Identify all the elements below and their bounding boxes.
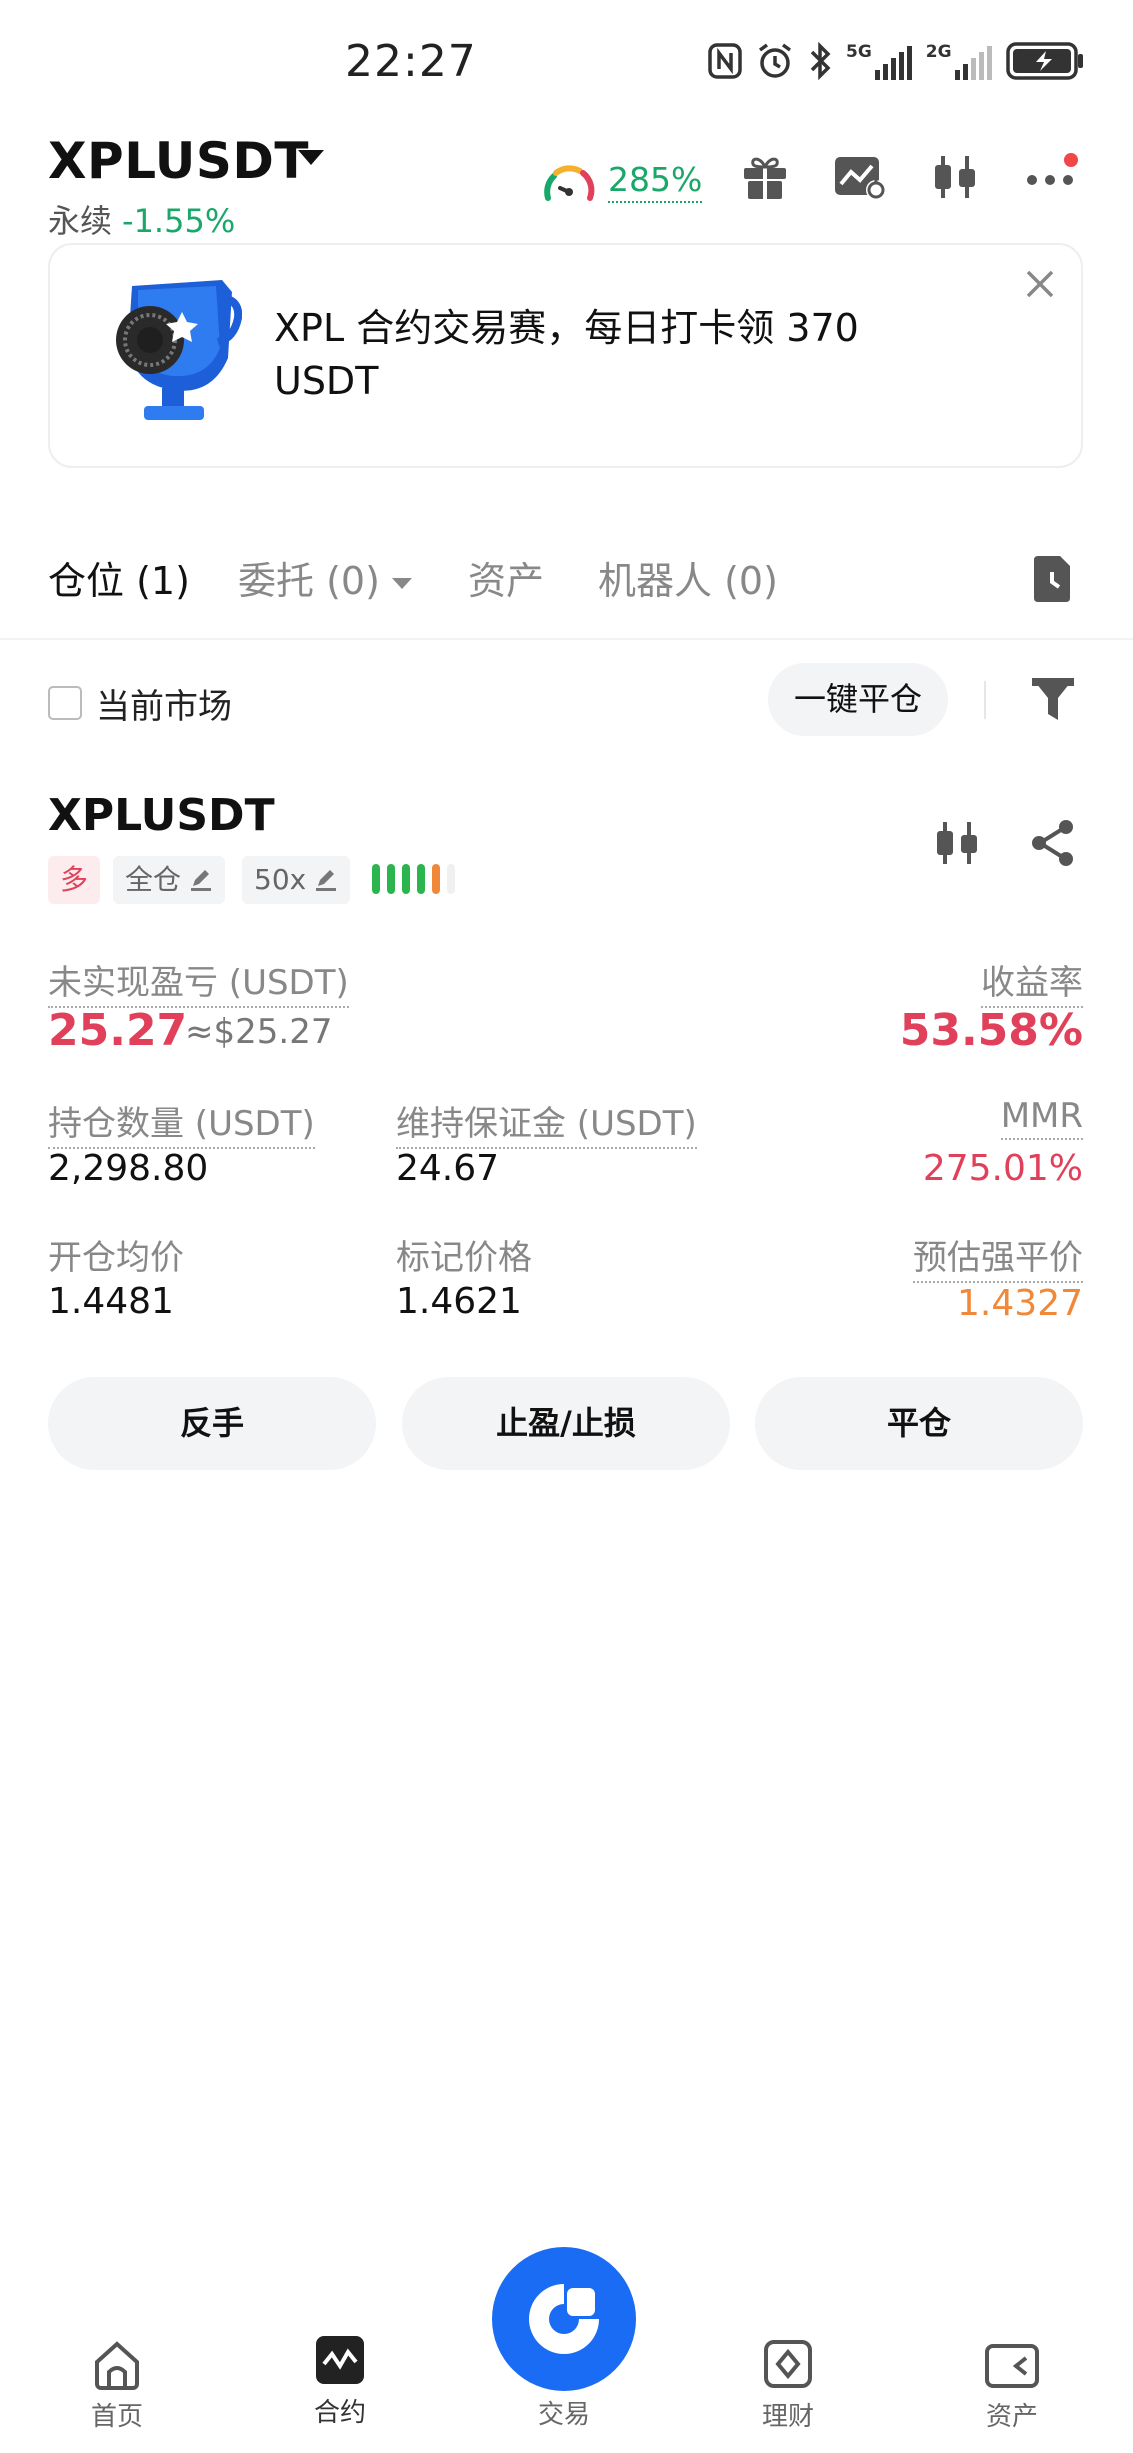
nav-assets-label: 资产 — [985, 2402, 1038, 2432]
signal-5g-icon: 5G — [846, 42, 912, 80]
pnl-label[interactable]: 未实现盈亏 (USDT) — [48, 955, 349, 1008]
tab-assets[interactable]: 资产 — [468, 550, 544, 605]
margin-mode-label: 全仓 — [125, 863, 182, 896]
close-position-button[interactable]: 平仓 — [755, 1377, 1083, 1470]
entry-price-value: 1.4481 — [48, 1281, 174, 1322]
contract-type: 永续 — [48, 202, 113, 240]
leverage-badge[interactable]: 50x — [242, 856, 351, 904]
tab-orders-label: 委托 (0) — [238, 559, 380, 603]
more-icon[interactable] — [1024, 150, 1080, 200]
contract-subtitle: 永续 -1.55% — [48, 196, 235, 242]
edit-icon — [316, 870, 337, 891]
reverse-button[interactable]: 反手 — [48, 1377, 376, 1470]
earn-icon — [764, 2340, 812, 2388]
symbol-title[interactable]: XPLUSDT — [48, 132, 309, 190]
nav-earn[interactable]: 理财 — [718, 2330, 858, 2433]
maint-margin-label[interactable]: 维持保证金 (USDT) — [396, 1096, 697, 1149]
symbol-dropdown-icon[interactable] — [298, 150, 324, 165]
battery-icon — [1005, 42, 1083, 80]
nav-home-label: 首页 — [90, 2402, 143, 2432]
tab-orders[interactable]: 委托 (0) — [238, 550, 412, 605]
net-5g-label: 5G — [846, 42, 872, 62]
trophy-icon — [116, 280, 242, 420]
trade-logo-icon — [529, 2284, 599, 2354]
close-all-button[interactable]: 一键平仓 — [768, 663, 948, 736]
history-icon[interactable] — [1030, 554, 1074, 604]
position-tabs: 仓位 (1) 委托 (0) 资产 机器人 (0) — [48, 550, 1083, 610]
liq-price-label[interactable]: 预估强平价 — [913, 1230, 1083, 1283]
nav-futures-label: 合约 — [313, 2398, 366, 2428]
net-2g-label: 2G — [925, 42, 952, 62]
filter-icon[interactable] — [1030, 674, 1076, 724]
gauge-value[interactable]: 285% — [608, 160, 703, 203]
current-market-checkbox[interactable] — [48, 686, 82, 720]
share-icon[interactable] — [1028, 818, 1078, 868]
nav-trade-label[interactable]: 交易 — [492, 2394, 636, 2431]
pnl-value: 25.27 — [48, 1005, 188, 1056]
side-badge: 多 — [48, 856, 101, 904]
chevron-down-icon — [391, 578, 412, 589]
roe-value: 53.58% — [899, 1005, 1083, 1056]
home-icon — [95, 2341, 139, 2390]
nav-trade-button[interactable] — [492, 2247, 636, 2391]
current-market-label[interactable]: 当前市场 — [96, 679, 232, 728]
size-label[interactable]: 持仓数量 (USDT) — [48, 1096, 315, 1149]
chart-icon[interactable] — [832, 152, 888, 202]
divider — [0, 638, 1133, 640]
margin-mode-badge[interactable]: 全仓 — [113, 856, 226, 904]
tab-positions[interactable]: 仓位 (1) — [48, 550, 190, 605]
banner-text[interactable]: XPL 合约交易赛，每日打卡领 370 USDT — [274, 302, 954, 408]
entry-price-label: 开仓均价 — [48, 1238, 184, 1278]
futures-icon — [316, 2336, 364, 2384]
nav-futures[interactable]: 合约 — [270, 2326, 410, 2429]
nav-home[interactable]: 首页 — [47, 2330, 187, 2433]
gauge-icon[interactable] — [540, 158, 598, 208]
close-icon[interactable] — [1024, 268, 1056, 300]
price-change: -1.55% — [122, 202, 236, 240]
tab-bots[interactable]: 机器人 (0) — [598, 550, 778, 605]
alarm-icon — [758, 43, 792, 78]
liq-price-value: 1.4327 — [957, 1283, 1083, 1324]
separator — [984, 681, 986, 719]
roe-label[interactable]: 收益率 — [981, 955, 1083, 1008]
leverage-label: 50x — [254, 863, 307, 896]
size-value: 2,298.80 — [48, 1148, 209, 1189]
pnl-usd: ≈$25.27 — [185, 1012, 333, 1052]
mmr-label[interactable]: MMR — [1000, 1096, 1083, 1140]
mmr-value: 275.01% — [922, 1148, 1083, 1189]
nfc-icon — [708, 43, 742, 79]
edit-icon — [191, 870, 212, 891]
nav-earn-label: 理财 — [761, 2402, 814, 2432]
status-icons: 5G 2G — [708, 40, 1086, 82]
bluetooth-icon — [810, 42, 831, 80]
signal-2g-icon: 2G — [926, 42, 992, 80]
tpsl-button[interactable]: 止盈/止损 — [402, 1377, 730, 1470]
candlestick-icon[interactable] — [930, 152, 980, 202]
maint-margin-value: 24.67 — [396, 1148, 500, 1189]
status-time: 22:27 — [345, 36, 477, 87]
risk-level-bars — [372, 864, 455, 894]
mark-price-value: 1.4621 — [396, 1281, 522, 1322]
position-symbol[interactable]: XPLUSDT — [48, 790, 275, 841]
mark-price-label: 标记价格 — [396, 1238, 532, 1278]
nav-assets[interactable]: 资产 — [942, 2330, 1082, 2433]
gift-icon[interactable] — [740, 152, 790, 202]
candlestick-icon[interactable] — [932, 818, 982, 868]
wallet-icon — [985, 2344, 1039, 2388]
